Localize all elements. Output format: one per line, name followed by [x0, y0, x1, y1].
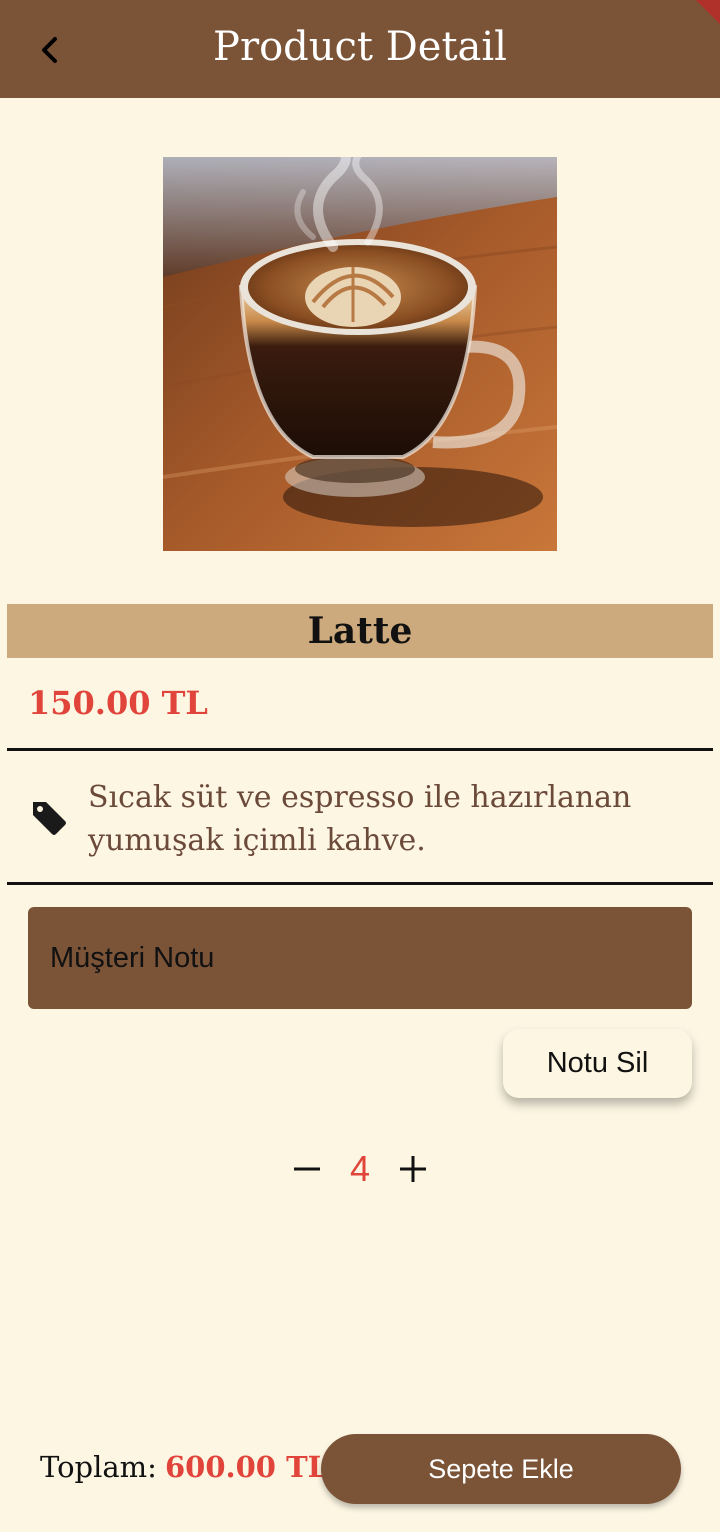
delete-note-button[interactable]: Notu Sil: [503, 1029, 692, 1098]
increment-button[interactable]: [393, 1149, 433, 1189]
divider-bottom: [7, 882, 713, 885]
app-bar: Product Detail: [0, 0, 720, 98]
tag-icon: [30, 798, 68, 836]
decrement-button[interactable]: [287, 1149, 327, 1189]
quantity-stepper: 4: [0, 1145, 720, 1193]
product-name: Latte: [307, 610, 413, 652]
add-to-cart-button[interactable]: Sepete Ekle: [321, 1434, 681, 1504]
product-name-bar: Latte: [7, 604, 713, 658]
page-title: Product Detail: [213, 24, 507, 70]
divider-top: [7, 748, 713, 751]
quantity-value: 4: [349, 1148, 371, 1189]
total-label: Toplam:: [40, 1450, 157, 1484]
product-description: Sıcak süt ve espresso ile hazırlanan yum…: [88, 780, 632, 858]
product-image: [163, 157, 557, 551]
minus-icon: [294, 1167, 320, 1171]
total-value: 600.00 TL: [165, 1450, 329, 1484]
customer-note-input[interactable]: [28, 907, 692, 1009]
product-price: 150.00 TL: [28, 684, 208, 722]
plus-icon: [400, 1156, 426, 1182]
